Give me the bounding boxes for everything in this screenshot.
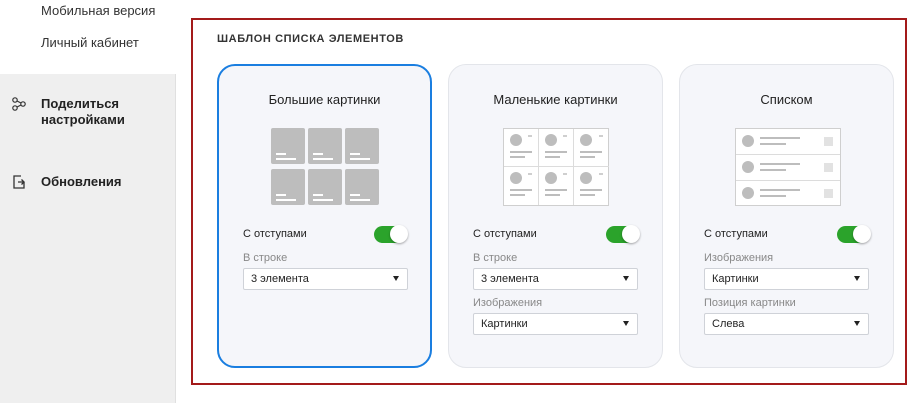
template-card-small-pictures[interactable]: Маленькие картинки С отступами В строке … xyxy=(448,64,663,368)
margins-toggle-row: С отступами xyxy=(704,225,871,244)
images-select[interactable]: Картинки xyxy=(473,313,638,335)
select-value: Картинки xyxy=(481,318,528,330)
field-label-per-row: В строке xyxy=(473,252,518,264)
sidebar: Мобильная версия Личный кабинет Поделить… xyxy=(0,0,176,403)
card-title: Маленькие картинки xyxy=(493,92,618,107)
template-section: ШАБЛОН СПИСКА ЭЛЕМЕНТОВ Большие картинки… xyxy=(191,18,907,385)
sidebar-subitem-account[interactable]: Личный кабинет xyxy=(41,35,139,50)
card-title: Списком xyxy=(760,92,813,107)
margins-toggle[interactable] xyxy=(837,225,871,243)
select-value: Картинки xyxy=(712,273,759,285)
card-title: Большие картинки xyxy=(268,92,381,107)
template-card-big-pictures[interactable]: Большие картинки С отступами В строке 3 … xyxy=(217,64,432,368)
big-pictures-preview-icon xyxy=(271,128,381,206)
sidebar-submenu: Мобильная версия Личный кабинет xyxy=(0,0,176,74)
margins-toggle-row: С отступами xyxy=(243,225,408,244)
field-label-images: Изображения xyxy=(473,297,543,309)
toggle-label: С отступами xyxy=(704,228,768,240)
page: Мобильная версия Личный кабинет Поделить… xyxy=(0,0,915,403)
update-icon xyxy=(13,175,25,189)
field-label-image-position: Позиция картинки xyxy=(704,297,796,309)
sidebar-subitem-mobile[interactable]: Мобильная версия xyxy=(41,3,155,18)
images-select[interactable]: Картинки xyxy=(704,268,869,290)
sidebar-item-label: Поделиться настройками xyxy=(41,96,125,127)
field-label-per-row: В строке xyxy=(243,252,288,264)
sidebar-menu: Поделиться настройками Обновления xyxy=(0,74,176,403)
field-label-images: Изображения xyxy=(704,252,774,264)
margins-toggle[interactable] xyxy=(606,225,640,243)
dropdown-arrow-icon xyxy=(623,321,629,326)
sidebar-item-label: Обновления xyxy=(41,174,122,189)
sidebar-item-share-settings[interactable]: Поделиться настройками xyxy=(0,96,176,130)
section-title: ШАБЛОН СПИСКА ЭЛЕМЕНТОВ xyxy=(217,33,404,45)
share-icon xyxy=(12,97,26,111)
margins-toggle[interactable] xyxy=(374,225,408,243)
image-position-select[interactable]: Слева xyxy=(704,313,869,335)
per-row-select[interactable]: 3 элемента xyxy=(473,268,638,290)
margins-toggle-row: С отступами xyxy=(473,225,640,244)
dropdown-arrow-icon xyxy=(393,276,399,281)
dropdown-arrow-icon xyxy=(854,321,860,326)
select-value: Слева xyxy=(712,318,745,330)
sidebar-item-updates[interactable]: Обновления xyxy=(0,174,176,192)
select-value: 3 элемента xyxy=(251,273,309,285)
small-pictures-preview-icon xyxy=(503,128,609,206)
select-value: 3 элемента xyxy=(481,273,539,285)
template-card-list[interactable]: Списком С отступами Изображения Картинки… xyxy=(679,64,894,368)
dropdown-arrow-icon xyxy=(854,276,860,281)
list-preview-icon xyxy=(735,128,841,206)
toggle-label: С отступами xyxy=(473,228,537,240)
dropdown-arrow-icon xyxy=(623,276,629,281)
toggle-label: С отступами xyxy=(243,228,307,240)
per-row-select[interactable]: 3 элемента xyxy=(243,268,408,290)
